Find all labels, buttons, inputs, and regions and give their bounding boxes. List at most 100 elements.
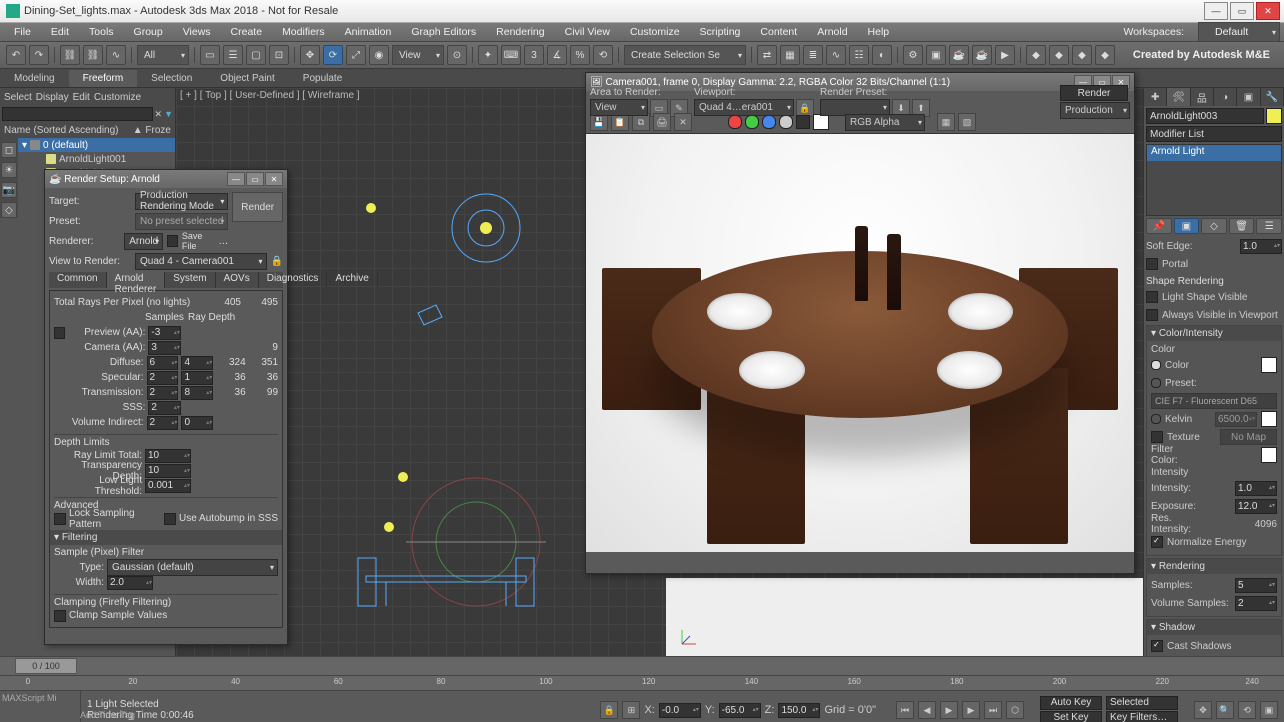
x-spinner[interactable]: -0.0 (659, 703, 701, 718)
rs-view-dropdown[interactable]: Quad 4 - Camera001 (135, 253, 267, 270)
redo-button[interactable]: ↷ (29, 45, 49, 65)
rs-tab-arnold[interactable]: Arnold Renderer (107, 272, 166, 288)
menu-modifiers[interactable]: Modifiers (272, 24, 335, 40)
move-button[interactable]: ✥ (300, 45, 320, 65)
fb-area-dropdown[interactable]: View (590, 99, 648, 116)
texture-button[interactable]: No Map (1220, 429, 1277, 445)
goto-start-button[interactable]: ⏮ (896, 701, 914, 719)
extra4-button[interactable]: ◆ (1095, 45, 1115, 65)
rs-row-check[interactable] (54, 327, 65, 339)
filter-geom-icon[interactable]: ◻ (1, 142, 17, 158)
minimize-button[interactable]: — (1204, 2, 1228, 20)
selected-dropdown[interactable]: Selected (1106, 696, 1178, 710)
ribbon-objectpaint[interactable]: Object Paint (206, 70, 288, 87)
rs-row-v2[interactable]: 1 (181, 371, 213, 385)
lock-sampling-check[interactable] (54, 513, 66, 525)
scene-search-input[interactable] (2, 107, 153, 121)
keyboard-shortcut-button[interactable]: ⌨ (501, 45, 521, 65)
named-selection-dropdown[interactable]: Create Selection Se (624, 45, 746, 65)
ribbon-populate[interactable]: Populate (289, 70, 356, 87)
schematic-button[interactable]: ☷ (849, 45, 869, 65)
stack-item[interactable]: Arnold Light (1147, 145, 1281, 161)
link-button[interactable]: ⛓ (60, 45, 80, 65)
kelvin-spinner[interactable]: 6500.0 (1215, 412, 1257, 427)
z-spinner[interactable]: 150.0 (778, 703, 820, 718)
menu-content[interactable]: Content (750, 24, 807, 40)
light-shape-checkbox[interactable] (1146, 291, 1158, 303)
key-mode-button[interactable]: ⬡ (1006, 701, 1024, 719)
rs-max-button[interactable]: ▭ (246, 172, 264, 186)
scene-header-frozen[interactable]: ▲ Froze (133, 125, 171, 136)
undo-button[interactable]: ↶ (6, 45, 26, 65)
cmd-tab-hierarchy[interactable]: 品 (1191, 88, 1214, 106)
cmd-tab-display[interactable]: ▣ (1237, 88, 1260, 106)
rs-row-v2[interactable]: 8 (181, 386, 213, 400)
align-button[interactable]: ▦ (780, 45, 800, 65)
tree-row-light1[interactable]: ArnoldLight001 (18, 152, 175, 166)
menu-create[interactable]: Create (221, 24, 273, 40)
color-swatch[interactable] (1261, 357, 1277, 373)
scene-tab-display[interactable]: Display (36, 92, 69, 103)
time-slider[interactable]: 0 / 100 (0, 656, 1284, 675)
cast-shadows-checkbox[interactable] (1151, 640, 1163, 652)
menu-group[interactable]: Group (124, 24, 173, 40)
ribbon-modeling[interactable]: Modeling (0, 70, 69, 87)
goto-end-button[interactable]: ⏭ (984, 701, 1002, 719)
object-name-field[interactable]: ArnoldLight003 (1146, 108, 1264, 124)
fb-clear-button[interactable]: ✕ (674, 113, 692, 131)
menu-arnold[interactable]: Arnold (807, 24, 857, 40)
nav-pan-button[interactable]: ✥ (1194, 701, 1212, 719)
scene-tab-select[interactable]: Select (4, 92, 32, 103)
select-name-button[interactable]: ☰ (223, 45, 243, 65)
lock-icon[interactable]: 🔒 (271, 256, 283, 267)
fb-overlay2-button[interactable]: ▧ (958, 113, 976, 131)
abs-rel-button[interactable]: ⊞ (622, 701, 640, 719)
scale-button[interactable]: ⤢ (346, 45, 366, 65)
nav-zoom-button[interactable]: 🔍 (1216, 701, 1234, 719)
percent-snap-button[interactable]: % (570, 45, 590, 65)
filter-cam-icon[interactable]: 📷 (1, 182, 17, 198)
rotate-button[interactable]: ⟳ (323, 45, 343, 65)
ray-limit-spinner[interactable]: 10 (145, 449, 191, 463)
rs-row-v1[interactable]: 2 (147, 386, 179, 400)
placement-button[interactable]: ◉ (369, 45, 389, 65)
cmd-tab-create[interactable]: ✚ (1144, 88, 1167, 106)
layer-button[interactable]: ≣ (803, 45, 823, 65)
filter-color-swatch[interactable] (1261, 447, 1277, 463)
lock-selection-button[interactable]: 🔒 (600, 701, 618, 719)
spinner-snap-button[interactable]: ⟲ (593, 45, 613, 65)
time-ruler[interactable]: 0 20 40 60 80 100 120 140 160 180 200 22… (0, 675, 1284, 690)
config-button[interactable]: ☰ (1256, 218, 1282, 234)
menu-views[interactable]: Views (173, 24, 221, 40)
pin-stack-button[interactable]: 📌 (1146, 218, 1172, 234)
exposure-spinner[interactable]: 12.0 (1235, 499, 1277, 514)
menu-help[interactable]: Help (858, 24, 900, 40)
cmd-tab-modify[interactable]: 🛠 (1167, 88, 1190, 106)
show-result-button[interactable]: ▣ (1174, 218, 1200, 234)
menu-animation[interactable]: Animation (335, 24, 402, 40)
rs-browse-button[interactable]: … (218, 236, 228, 247)
vol-samples-spinner[interactable]: 2 (1235, 596, 1277, 611)
render-prod-button[interactable]: ☕ (949, 45, 969, 65)
portal-checkbox[interactable] (1146, 258, 1158, 270)
menu-rendering[interactable]: Rendering (486, 24, 554, 40)
fb-print-button[interactable]: 🖨 (653, 113, 671, 131)
next-frame-button[interactable]: ▶ (962, 701, 980, 719)
normalize-checkbox[interactable] (1151, 536, 1163, 548)
filtering-rollout[interactable]: ▾ Filtering (50, 530, 282, 545)
render-setup-button[interactable]: ⚙ (903, 45, 923, 65)
time-tag-label[interactable]: Add Time Tag (80, 710, 135, 720)
fb-mono-toggle[interactable] (796, 115, 810, 129)
kelvin-radio[interactable] (1151, 414, 1161, 424)
viewport-perspective[interactable] (666, 578, 1143, 656)
scene-close-icon[interactable]: ✕ (155, 109, 163, 120)
snap-toggle-button[interactable]: 3 (524, 45, 544, 65)
prev-frame-button[interactable]: ◀ (918, 701, 936, 719)
fb-alpha-toggle[interactable] (779, 115, 793, 129)
viewport-top-label[interactable]: [ + ] [ Top ] [ User-Defined ] [ Wirefra… (176, 88, 364, 103)
autobump-check[interactable] (164, 513, 176, 525)
fb-blue-toggle[interactable] (762, 115, 776, 129)
rs-row-v1[interactable]: -3 (148, 326, 180, 340)
bind-button[interactable]: ∿ (106, 45, 126, 65)
material-editor-button[interactable]: ◐ (872, 45, 892, 65)
